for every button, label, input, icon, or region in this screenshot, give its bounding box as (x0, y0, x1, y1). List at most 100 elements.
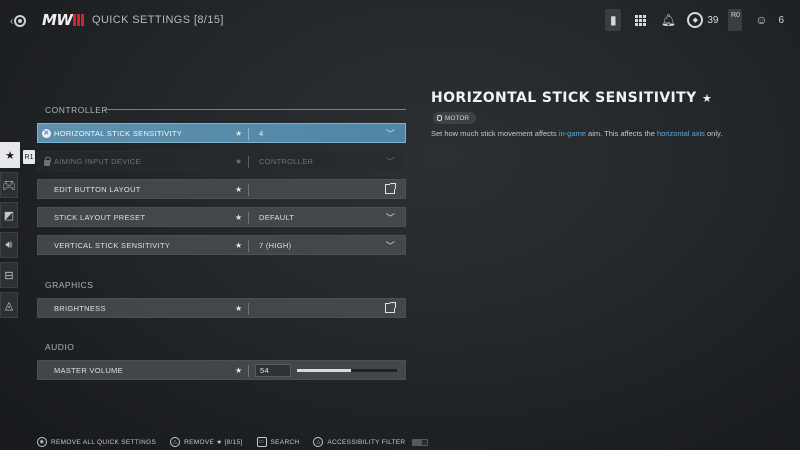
volume-value-input[interactable]: 54 (255, 364, 291, 377)
chevron-left-icon: ‹ (10, 15, 14, 27)
setting-label: VERTICAL STICK SENSITIVITY (54, 240, 171, 250)
category-rail: ★ 🎮︎ ◩ 🔊︎ ⊟ ◬ (0, 142, 20, 322)
setting-label: HORIZONTAL STICK SENSITIVITY (54, 128, 182, 138)
setting-stick-layout-preset[interactable]: STICK LAYOUT PRESET ★ DEFAULT ﹀ (37, 207, 406, 227)
network-icon: ◬ (4, 299, 14, 312)
setting-value: 4 (259, 128, 264, 138)
separator (248, 212, 249, 224)
favorite-star-icon[interactable]: ★ (235, 129, 242, 138)
rank-icon[interactable]: R0 (728, 9, 743, 31)
favorite-star-icon: ★ (235, 156, 243, 166)
setting-value: 7 (HIGH) (259, 240, 292, 250)
hint-label: REMOVE ★ [8/15] (184, 439, 243, 446)
logo-text: MW (42, 11, 73, 29)
rail-favorites[interactable]: ★ (0, 142, 20, 168)
section-divider (104, 109, 406, 110)
remove-favorite-button[interactable]: △ REMOVE ★ [8/15] (170, 437, 242, 447)
external-link-icon (385, 183, 396, 194)
rail-bumper-icon: R1 (23, 150, 35, 164)
desc-text: only. (704, 129, 723, 138)
external-link-icon (385, 302, 396, 313)
setting-edit-button-layout[interactable]: EDIT BUTTON LAYOUT ★ (37, 179, 406, 199)
favorite-star-icon: ★ (701, 92, 713, 105)
accessibility-toggle[interactable] (412, 438, 429, 446)
desc-highlight: horizontal axis (656, 129, 705, 138)
rail-network[interactable]: ◬ (0, 292, 18, 318)
star-icon: ★ (5, 149, 15, 162)
setting-value: DEFAULT (259, 212, 295, 222)
reset-icon[interactable]: ✕ (42, 128, 51, 138)
chevron-down-icon: ﹀ (385, 129, 395, 139)
speaker-icon: 🔊︎ (5, 238, 13, 251)
setting-horizontal-stick-sensitivity[interactable]: ✕ HORIZONTAL STICK SENSITIVITY ★ 4 ﹀ (37, 123, 406, 143)
detail-description: Set how much stick movement affects in-g… (431, 129, 722, 138)
cod-points[interactable]: ◆ 39 (687, 12, 718, 28)
setting-label: EDIT BUTTON LAYOUT (54, 184, 141, 194)
desc-highlight: in-game (558, 129, 586, 138)
favorite-star-icon[interactable]: ★ (235, 241, 242, 250)
setting-vertical-stick-sensitivity[interactable]: VERTICAL STICK SENSITIVITY ★ 7 (HIGH) ﹀ (37, 235, 406, 255)
setting-label: AIMING INPUT DEVICE (54, 156, 141, 166)
rail-audio[interactable]: 🔊︎ (0, 232, 18, 258)
separator (248, 128, 249, 140)
party[interactable]: ☺ 6 (752, 11, 784, 29)
favorite-star-icon[interactable]: ★ (235, 366, 242, 375)
interface-icon: ⊟ (4, 269, 14, 282)
touchpad-icon: ▭ (256, 437, 267, 447)
bell-icon[interactable]: 🔔︎ (659, 11, 677, 29)
controller-battery-icon[interactable]: ▮ (605, 9, 622, 31)
chevron-down-icon: ﹀ (385, 157, 395, 167)
rail-graphics[interactable]: ◩ (0, 202, 18, 228)
desc-text: aim. This affects the (585, 129, 657, 138)
grid-menu-icon[interactable] (631, 11, 649, 29)
top-bar: ‹ MW QUICK SETTINGS [8/15] ▮ 🔔︎ ◆ 39 R0 … (0, 0, 800, 40)
remove-all-button[interactable]: ◉ REMOVE ALL QUICK SETTINGS (37, 437, 156, 447)
desc-text: Set how much stick movement affects (431, 129, 559, 138)
setting-label: BRIGHTNESS (54, 303, 106, 313)
setting-master-volume[interactable]: MASTER VOLUME ★ 54 (37, 360, 406, 380)
hint-label: REMOVE ALL QUICK SETTINGS (51, 438, 157, 446)
hint-label: SEARCH (270, 438, 300, 446)
cod-points-icon: ◆ (687, 12, 704, 28)
section-audio: AUDIO (45, 342, 75, 352)
graphics-icon: ◩ (3, 209, 15, 222)
chevron-down-icon: ﹀ (385, 213, 395, 223)
search-button[interactable]: ▭ SEARCH (256, 437, 300, 447)
r3-button-icon: ◉ (37, 437, 47, 447)
rail-controller[interactable]: 🎮︎ (0, 172, 18, 198)
logo-roman-icon (73, 14, 85, 26)
detail-tag: MOTOR (433, 112, 477, 124)
tag-label: MOTOR (445, 114, 470, 122)
page-title: QUICK SETTINGS [8/15] (92, 14, 224, 26)
separator (248, 156, 249, 168)
footer-hints: ◉ REMOVE ALL QUICK SETTINGS △ REMOVE ★ [… (37, 436, 442, 448)
favorite-star-icon[interactable]: ★ (235, 213, 242, 222)
section-controller: CONTROLLER (45, 105, 109, 115)
setting-value: CONTROLLER (259, 156, 314, 166)
gamepad-icon: 🎮︎ (2, 179, 16, 192)
detail-title-text: HORIZONTAL STICK SENSITIVITY (431, 90, 697, 106)
game-logo: MW (42, 11, 85, 29)
setting-brightness[interactable]: BRIGHTNESS ★ (37, 298, 406, 318)
volume-slider-fill (297, 369, 351, 372)
top-right-status: ▮ 🔔︎ ◆ 39 R0 ☺ 6 (605, 8, 784, 32)
accessibility-filter-button[interactable]: △ ACCESSIBILITY FILTER (313, 437, 429, 447)
separator (248, 365, 249, 377)
cod-points-count: 39 (707, 14, 719, 26)
setting-label: MASTER VOLUME (54, 365, 123, 375)
favorite-star-icon[interactable]: ★ (235, 185, 242, 194)
detail-title: HORIZONTAL STICK SENSITIVITY ★ (431, 90, 712, 106)
lock-icon (44, 157, 51, 166)
hint-label: ACCESSIBILITY FILTER (327, 438, 406, 446)
separator (248, 240, 249, 252)
back-icon (14, 15, 27, 27)
setting-label: STICK LAYOUT PRESET (54, 212, 146, 222)
rail-interface[interactable]: ⊟ (0, 262, 18, 288)
volume-slider[interactable] (297, 369, 397, 372)
favorite-star-icon[interactable]: ★ (235, 304, 242, 313)
triangle-button-icon: △ (170, 437, 181, 447)
party-icon: ☺ (755, 13, 768, 27)
l3-button-icon: △ (313, 437, 324, 447)
separator (248, 184, 249, 196)
back-button[interactable]: ‹ (10, 12, 30, 30)
